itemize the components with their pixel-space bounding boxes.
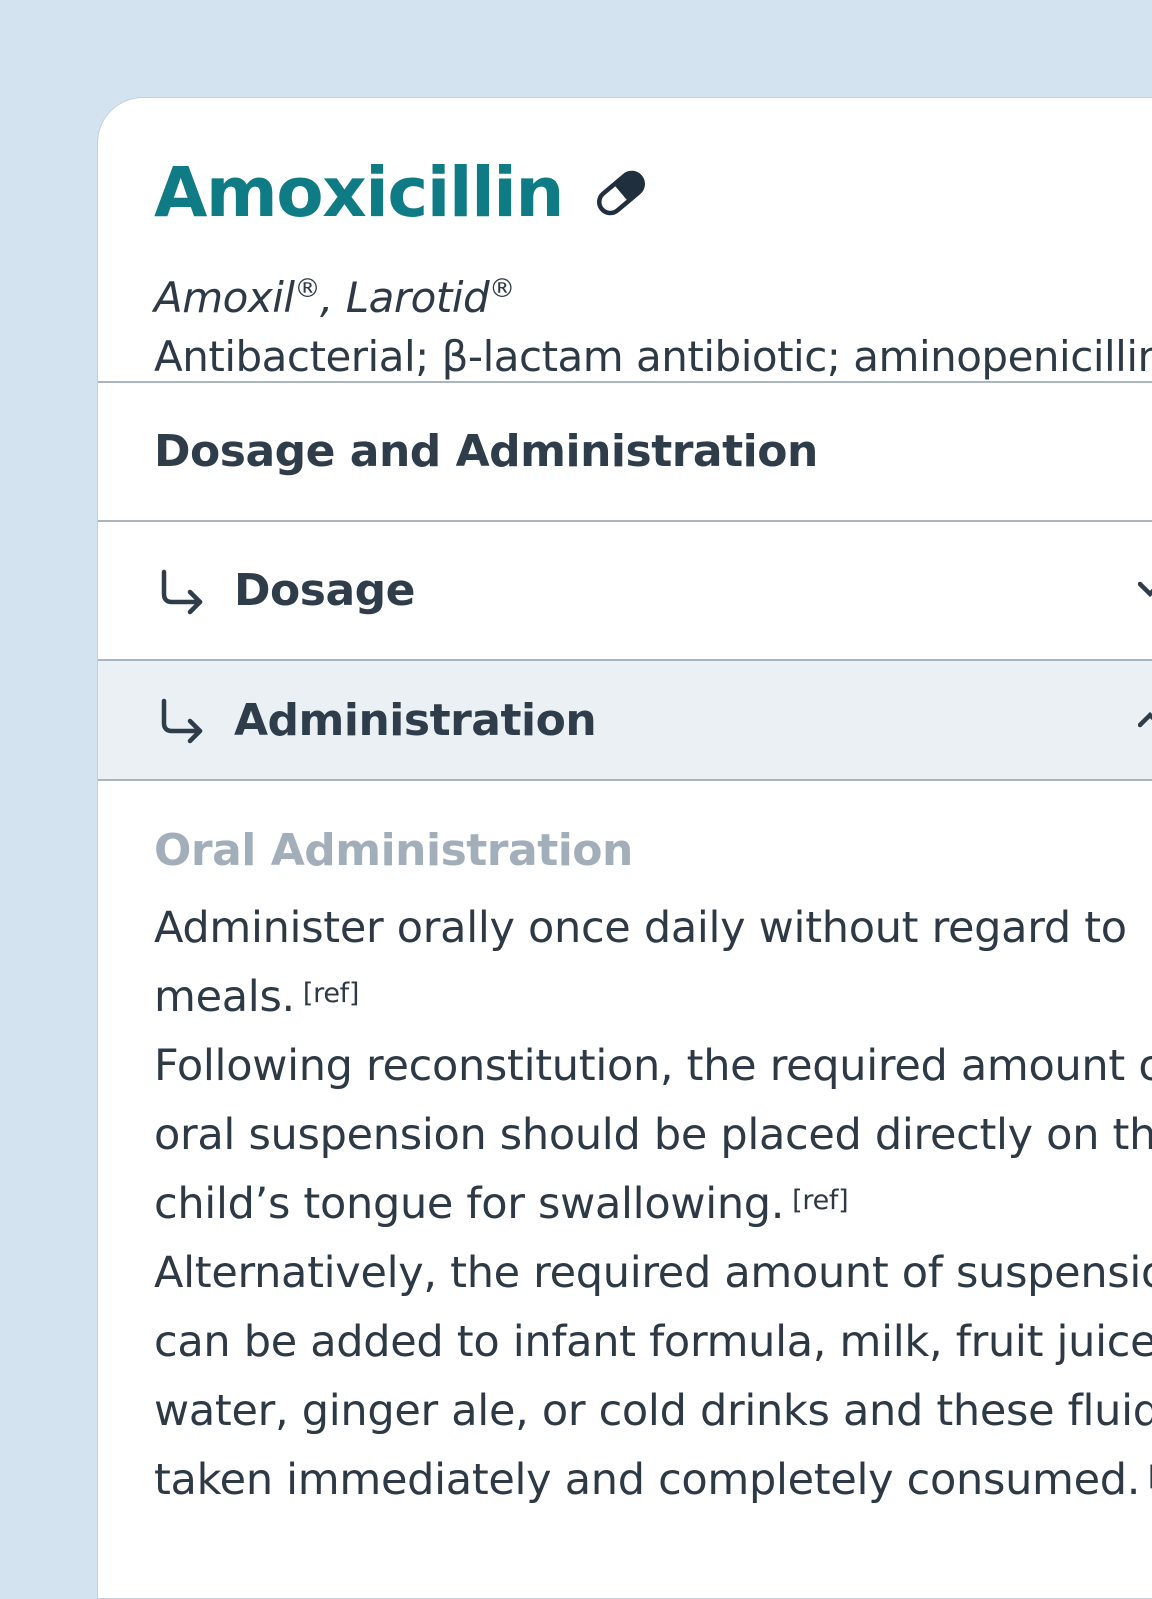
brand-name: Amoxil <box>154 273 295 322</box>
reference-link[interactable]: [ref] <box>1148 1461 1152 1492</box>
text-line: water, ginger ale, or cold drinks and th… <box>154 1377 1152 1446</box>
content-subheading: Oral Administration <box>154 825 633 876</box>
administration-content: Oral Administration Administer orally on… <box>98 781 1152 1515</box>
text-line: meals. [ref] <box>154 963 1152 1032</box>
text-line-text: taken immediately and completely consume… <box>154 1455 1141 1505</box>
text-line: Alternatively, the required amount of su… <box>154 1239 1152 1308</box>
text-line: Administer orally once daily without reg… <box>154 894 1152 963</box>
accordion-label: Dosage <box>234 565 415 616</box>
registered-mark: ® <box>294 274 321 304</box>
section-title: Dosage and Administration <box>154 426 818 477</box>
text-line: taken immediately and completely consume… <box>154 1446 1152 1515</box>
brand-separator: , <box>320 273 346 322</box>
accordion-dosage[interactable]: Dosage <box>98 522 1152 659</box>
content-paragraph: Administer orally once daily without reg… <box>154 894 1152 1515</box>
drug-header: Amoxicillin Amoxil®, Larotid® Antibacter… <box>98 98 1152 381</box>
title-row: Amoxicillin <box>154 153 1152 233</box>
accordion-label: Administration <box>234 694 597 746</box>
text-line: can be added to infant formula, milk, fr… <box>154 1308 1152 1377</box>
text-line-text: child’s tongue for swallowing. <box>154 1179 785 1229</box>
text-line: oral suspension should be placed directl… <box>154 1101 1152 1170</box>
reference-link[interactable]: [ref] <box>303 978 360 1009</box>
return-arrow-icon <box>154 693 208 747</box>
text-line-text: oral suspension should be placed directl… <box>154 1110 1152 1160</box>
return-arrow-icon <box>154 564 208 618</box>
registered-mark: ® <box>489 274 515 304</box>
pill-icon <box>593 165 649 221</box>
drug-card: Amoxicillin Amoxil®, Larotid® Antibacter… <box>97 97 1152 1599</box>
drug-title: Amoxicillin <box>154 153 565 233</box>
text-line-text: meals. <box>154 972 295 1022</box>
brand-name: Larotid <box>345 273 490 322</box>
brand-names: Amoxil®, Larotid® <box>154 273 1152 322</box>
drug-classification: Antibacterial; β-lactam antibiotic; amin… <box>154 332 1152 381</box>
text-line-text: Administer orally once daily without reg… <box>154 903 1127 953</box>
accordion-administration[interactable]: Administration <box>98 661 1152 779</box>
text-line-text: Following reconstitution, the required a… <box>154 1041 1152 1091</box>
section-header: Dosage and Administration <box>98 383 1152 520</box>
text-line-text: water, ginger ale, or cold drinks and th… <box>154 1386 1152 1436</box>
text-line: child’s tongue for swallowing. [ref] <box>154 1170 1152 1239</box>
chevron-down-icon <box>1137 576 1152 606</box>
text-line-text: can be added to infant formula, milk, fr… <box>154 1317 1152 1367</box>
text-line-text: Alternatively, the required amount of su… <box>154 1248 1152 1298</box>
reference-link[interactable]: [ref] <box>792 1185 849 1216</box>
chevron-up-icon <box>1137 705 1152 735</box>
text-line: Following reconstitution, the required a… <box>154 1032 1152 1101</box>
